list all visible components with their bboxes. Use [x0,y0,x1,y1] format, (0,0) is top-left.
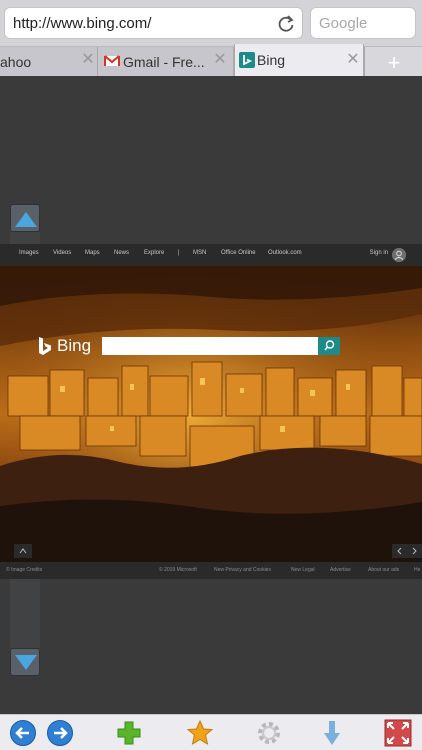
chevron-left-right-icon [397,547,417,555]
bing-icon [239,52,255,68]
down-arrow-icon [15,655,37,670]
footer-help[interactable]: He [414,567,420,573]
nav-videos[interactable]: Videos [53,250,71,256]
sign-in-link[interactable]: Sign in [370,250,388,256]
nav-images[interactable]: Images [19,250,39,256]
address-toolbar: http://www.bing.com/ Google [0,0,422,46]
bing-search-button[interactable] [318,337,340,355]
tab-yahoo[interactable]: ahoo ✕ [0,47,98,77]
avatar-icon[interactable] [392,248,406,262]
reload-icon[interactable] [276,14,296,34]
bottom-toolbar [0,714,422,750]
scroll-down-button[interactable] [10,648,40,676]
add-bookmark-icon[interactable] [115,719,143,747]
plus-icon: + [387,50,401,75]
nav-explore[interactable]: Explore [144,250,164,256]
tab-bing[interactable]: Bing ✕ [234,44,364,77]
bing-top-nav: Images Videos Maps News Explore | MSN Of… [0,244,422,266]
footer-image-credits[interactable]: © Image Credits [6,567,42,573]
tab-gmail[interactable]: Gmail - Fre... ✕ [98,47,234,77]
bing-footer: © Image Credits © 2019 Microsoft New Pri… [0,562,422,579]
new-tab-button[interactable]: + [364,47,422,77]
tab-label: Gmail - Fre... [123,54,205,70]
nav-msn[interactable]: MSN [193,250,206,256]
footer-legal[interactable]: New Legal [291,567,315,573]
footer-advertise[interactable]: Advertise [330,567,351,573]
nav-maps[interactable]: Maps [85,250,100,256]
image-nav[interactable] [392,544,422,558]
browser-window: http://www.bing.com/ Google ahoo ✕ Gmail… [0,0,422,750]
tab-label: Bing [257,52,286,68]
close-icon[interactable]: ✕ [345,52,361,68]
nav-office[interactable]: Office Online [221,250,256,256]
bing-logo-icon [39,337,51,355]
scroll-up-small[interactable] [14,544,32,558]
close-icon[interactable]: ✕ [212,52,228,68]
tab-label: ahoo [0,54,32,70]
nav-divider: | [178,250,180,256]
footer-about-ads[interactable]: About our ads [368,567,399,573]
tab-bar: ahoo ✕ Gmail - Fre... ✕ Bing ✕ + [0,44,422,77]
background-photo: Bing [0,266,422,562]
settings-gear-icon[interactable] [255,719,283,747]
footer-privacy[interactable]: New Privacy and Cookies [214,567,271,573]
url-text: http://www.bing.com/ [13,15,152,32]
cliff-dwelling-photo [0,266,422,562]
nav-news[interactable]: News [114,250,129,256]
chevron-up-icon [19,548,27,554]
nav-outlook[interactable]: Outlook.com [268,250,302,256]
bing-search-input[interactable] [102,337,318,355]
bing-page: Images Videos Maps News Explore | MSN Of… [0,244,422,579]
bing-logo: Bing [57,336,92,355]
close-icon[interactable]: ✕ [80,52,96,68]
favorites-star-icon[interactable] [186,719,214,747]
fullscreen-icon[interactable] [384,719,412,747]
gmail-icon [104,55,120,66]
search-field[interactable]: Google [310,7,416,39]
back-icon[interactable] [9,719,37,747]
search-icon [324,340,335,351]
search-placeholder: Google [319,15,368,32]
up-arrow-icon [15,212,37,227]
scroll-up-button[interactable] [10,204,40,232]
forward-icon[interactable] [46,719,74,747]
download-icon[interactable] [318,719,346,747]
footer-copyright: © 2019 Microsoft [159,567,197,573]
scroll-track-bottom [10,578,40,648]
url-field[interactable]: http://www.bing.com/ [4,7,303,39]
